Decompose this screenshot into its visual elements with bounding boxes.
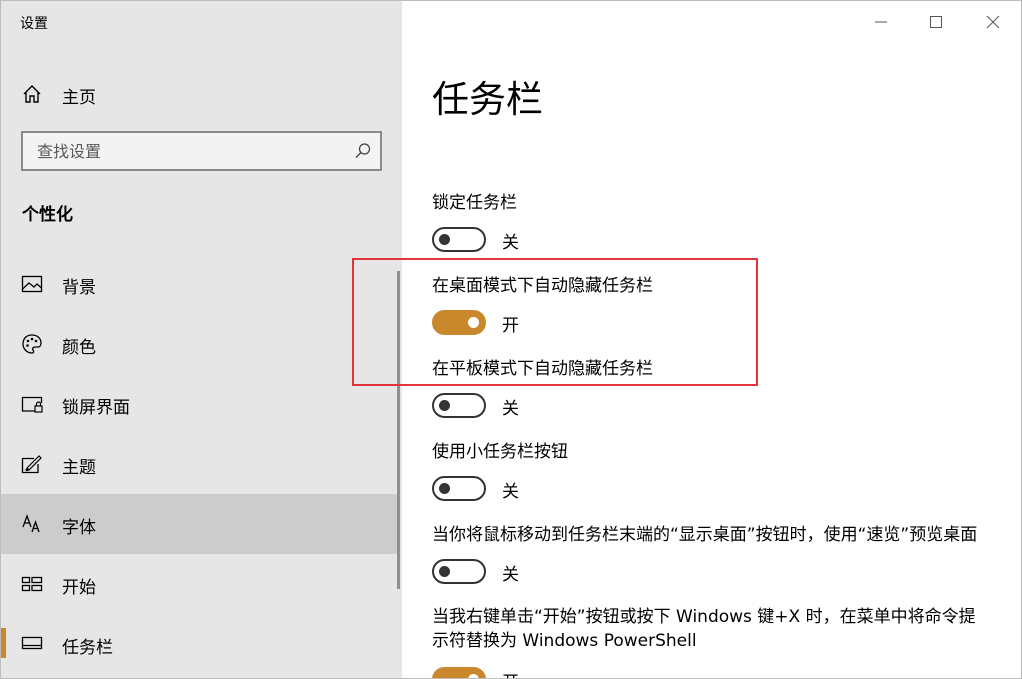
palette-icon <box>22 334 42 354</box>
setting-label: 使用小任务栏按钮 <box>432 442 568 462</box>
selection-indicator <box>1 628 6 658</box>
sidebar-item-label: 颜色 <box>62 338 96 358</box>
sidebar-item-label: 任务栏 <box>62 638 113 658</box>
setting-label: 在平板模式下自动隐藏任务栏 <box>432 359 653 379</box>
sidebar-home[interactable]: 主页 <box>1 73 402 113</box>
toggle-state: 关 <box>502 399 519 419</box>
app-title: 设置 <box>20 16 48 32</box>
home-icon <box>23 85 41 103</box>
setting-peek-desktop: 当你将鼠标移动到任务栏末端的“显示桌面”按钮时，使用“速览”预览桌面 关 <box>432 523 1002 587</box>
sidebar-scrollbar[interactable] <box>397 271 400 589</box>
sidebar-item-start[interactable]: 开始 <box>1 554 399 614</box>
sidebar-home-label: 主页 <box>62 88 96 108</box>
autohide-desktop-toggle[interactable] <box>432 310 486 335</box>
toggle-state: 关 <box>502 233 519 253</box>
page-title: 任务栏 <box>432 78 543 121</box>
sidebar-item-lock-screen[interactable]: 锁屏界面 <box>1 374 399 434</box>
start-icon <box>21 576 43 592</box>
close-button[interactable] <box>980 9 1006 35</box>
sidebar-item-fonts[interactable]: 字体 <box>1 494 399 554</box>
toggle-state: 关 <box>502 565 519 585</box>
font-icon <box>22 514 40 533</box>
sidebar-item-label: 字体 <box>62 518 96 538</box>
sidebar-item-colors[interactable]: 颜色 <box>1 314 399 374</box>
picture-icon <box>21 275 43 293</box>
powershell-toggle[interactable] <box>432 667 486 678</box>
settings-window: 设置 主页 个性化 背景 <box>0 0 1022 679</box>
setting-label: 锁定任务栏 <box>432 193 517 213</box>
setting-autohide-tablet: 在平板模式下自动隐藏任务栏 关 <box>432 357 653 421</box>
maximize-button[interactable] <box>923 9 949 35</box>
section-header-personalization: 个性化 <box>22 205 73 225</box>
minimize-button[interactable] <box>868 9 894 35</box>
setting-label: 当我右键单击“开始”按钮或按下 Windows 键+X 时，在菜单中将命令提示符… <box>432 607 976 651</box>
sidebar-item-taskbar[interactable]: 任务栏 <box>1 614 399 674</box>
sidebar-item-label: 背景 <box>62 278 96 298</box>
search-box[interactable] <box>21 131 382 171</box>
sidebar-item-themes[interactable]: 主题 <box>1 434 399 494</box>
theme-icon <box>21 455 42 474</box>
taskbar-icon <box>21 636 43 650</box>
lock-screen-icon <box>21 396 43 413</box>
setting-autohide-desktop: 在桌面模式下自动隐藏任务栏 开 <box>432 274 653 338</box>
toggle-state: 关 <box>502 482 519 502</box>
setting-label: 在桌面模式下自动隐藏任务栏 <box>432 276 653 296</box>
small-buttons-toggle[interactable] <box>432 476 486 501</box>
peek-desktop-toggle[interactable] <box>432 559 486 584</box>
sidebar-item-label: 锁屏界面 <box>62 398 130 418</box>
toggle-state: 开 <box>502 668 519 678</box>
sidebar: 设置 主页 个性化 背景 <box>1 1 402 678</box>
search-icon[interactable] <box>354 142 372 160</box>
search-input[interactable] <box>23 133 343 169</box>
setting-label: 当你将鼠标移动到任务栏末端的“显示桌面”按钮时，使用“速览”预览桌面 <box>432 525 978 545</box>
sidebar-item-label: 主题 <box>62 458 96 478</box>
toggle-state: 开 <box>502 316 519 336</box>
setting-small-buttons: 使用小任务栏按钮 关 <box>432 440 568 504</box>
lock-taskbar-toggle[interactable] <box>432 227 486 252</box>
sidebar-item-label: 开始 <box>62 578 96 598</box>
setting-lock-taskbar: 锁定任务栏 关 <box>432 191 519 255</box>
setting-powershell: 当我右键单击“开始”按钮或按下 Windows 键+X 时，在菜单中将命令提示符… <box>432 605 992 678</box>
autohide-tablet-toggle[interactable] <box>432 393 486 418</box>
sidebar-item-background[interactable]: 背景 <box>1 254 399 314</box>
